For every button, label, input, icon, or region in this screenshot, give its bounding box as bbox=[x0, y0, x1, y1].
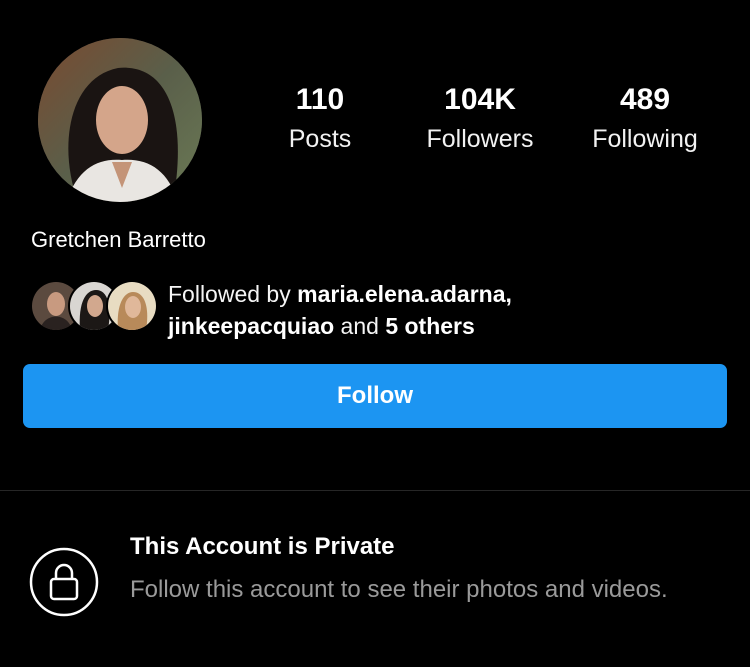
followers-count: 104K bbox=[444, 83, 516, 116]
section-divider bbox=[0, 490, 750, 491]
private-account-title: This Account is Private bbox=[130, 533, 395, 560]
followed-by-text: Followed by maria.elena.adarna, jinkeepa… bbox=[168, 278, 728, 342]
following-stat[interactable]: 489 Following bbox=[580, 82, 710, 156]
profile-avatar[interactable] bbox=[38, 38, 202, 202]
mutual-separator: , bbox=[505, 281, 512, 307]
following-label: Following bbox=[592, 125, 698, 153]
posts-label: Posts bbox=[288, 125, 352, 153]
lock-icon bbox=[29, 547, 99, 617]
followed-by-and: and bbox=[334, 313, 386, 339]
private-account-description: Follow this account to see their photos … bbox=[130, 576, 668, 603]
profile-photo bbox=[38, 38, 202, 202]
posts-stat: 110 Posts bbox=[270, 82, 370, 156]
follow-button[interactable]: Follow bbox=[23, 364, 727, 428]
mutual-user-link[interactable]: maria.elena.adarna bbox=[297, 281, 505, 307]
mutual-user-link[interactable]: jinkeepacquiao bbox=[168, 313, 334, 339]
mutual-followers-avatars[interactable] bbox=[30, 280, 158, 332]
mutual-avatar bbox=[106, 280, 158, 332]
following-count: 489 bbox=[619, 83, 671, 116]
posts-count: 110 bbox=[295, 83, 345, 116]
mutual-others-link[interactable]: 5 others bbox=[385, 313, 474, 339]
profile-name: Gretchen Barretto bbox=[31, 227, 206, 252]
followers-stat[interactable]: 104K Followers bbox=[410, 82, 550, 156]
followers-label: Followers bbox=[426, 125, 534, 153]
followed-by-prefix: Followed by bbox=[168, 281, 298, 307]
